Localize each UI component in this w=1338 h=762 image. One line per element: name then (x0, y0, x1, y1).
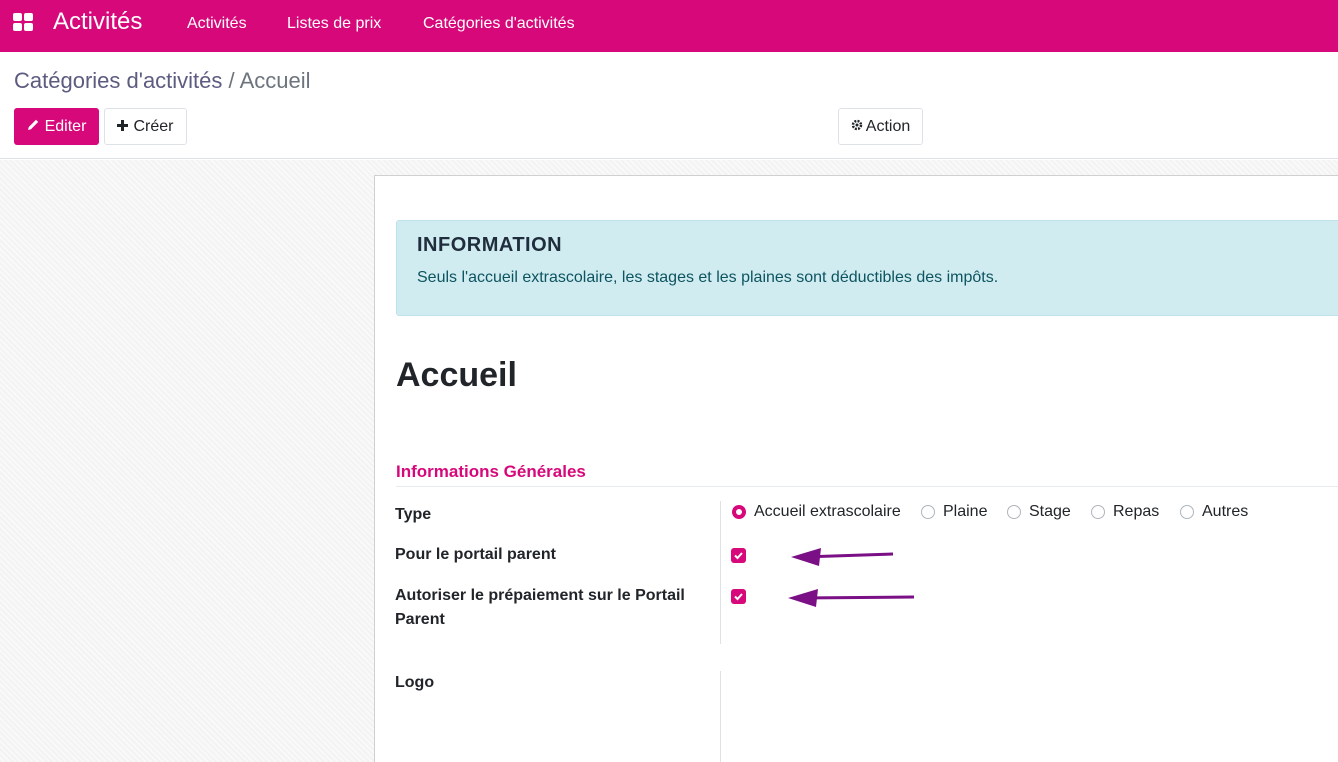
prepay-field-label: Autoriser le prépaiement sur le Portail … (395, 587, 685, 628)
portal-checkbox[interactable] (731, 548, 746, 563)
type-radio-plaine[interactable]: Plaine (921, 503, 987, 521)
radio-unchecked-icon (1007, 505, 1021, 519)
menu-item-listes-de-prix[interactable]: Listes de prix (287, 15, 381, 33)
breadcrumb-parent-link[interactable]: Catégories d'activités (14, 68, 222, 93)
create-button[interactable]: Créer (104, 108, 187, 145)
radio-unchecked-icon (1180, 505, 1194, 519)
radio-label: Accueil extrascolaire (754, 503, 901, 520)
radio-unchecked-icon (921, 505, 935, 519)
menu-item-activites[interactable]: Activités (187, 15, 247, 33)
type-radio-stage[interactable]: Stage (1007, 503, 1071, 521)
action-button-label: Action (865, 117, 911, 135)
breadcrumb-current: Accueil (239, 68, 311, 93)
field-divider-1 (720, 501, 721, 644)
edit-button[interactable]: Editer (14, 108, 99, 145)
radio-label: Autres (1202, 503, 1249, 520)
create-button-label: Créer (133, 117, 174, 135)
annotation-arrow-icon (791, 548, 894, 566)
breadcrumb: Catégories d'activités / Accueil (14, 68, 311, 94)
app-title[interactable]: Activités (53, 8, 142, 36)
type-radio-repas[interactable]: Repas (1091, 503, 1159, 521)
group-divider (396, 486, 1338, 487)
apps-menu-icon[interactable] (13, 13, 34, 32)
alert-title: INFORMATION (417, 234, 563, 256)
field-divider-2 (720, 671, 721, 762)
radio-unchecked-icon (1091, 505, 1105, 519)
radio-label: Repas (1113, 503, 1160, 520)
plus-icon (117, 118, 129, 136)
top-navbar: Activités Activités Listes de prix Catég… (0, 0, 1338, 52)
form-sheet: INFORMATION Seuls l'accueil extrascolair… (374, 175, 1338, 762)
radio-label: Plaine (943, 503, 988, 520)
breadcrumb-separator: / (228, 68, 235, 93)
record-title: Accueil (396, 356, 517, 394)
menu-item-categories[interactable]: Catégories d'activités (423, 15, 575, 33)
pencil-icon (27, 118, 40, 136)
alert-text: Seuls l'accueil extrascolaire, les stage… (417, 269, 999, 286)
portal-field-label: Pour le portail parent (395, 546, 556, 563)
check-icon (734, 593, 743, 601)
type-field-label: Type (395, 506, 432, 523)
action-button[interactable]: Action (838, 108, 923, 145)
radio-label: Stage (1029, 503, 1071, 520)
gear-icon (851, 118, 863, 136)
check-icon (734, 552, 743, 560)
logo-field-label: Logo (395, 674, 435, 691)
group-title: Informations Générales (396, 462, 586, 481)
control-panel: Catégories d'activités / Accueil Editer … (0, 52, 1338, 159)
prepay-checkbox[interactable] (731, 589, 746, 604)
content-area: INFORMATION Seuls l'accueil extrascolair… (0, 160, 1338, 762)
info-alert: INFORMATION Seuls l'accueil extrascolair… (396, 220, 1338, 316)
type-radio-accueil[interactable]: Accueil extrascolaire (732, 503, 901, 521)
type-radio-autres[interactable]: Autres (1180, 503, 1248, 521)
annotation-arrow-icon (788, 589, 915, 607)
edit-button-label: Editer (44, 117, 87, 135)
radio-checked-icon (732, 505, 746, 519)
